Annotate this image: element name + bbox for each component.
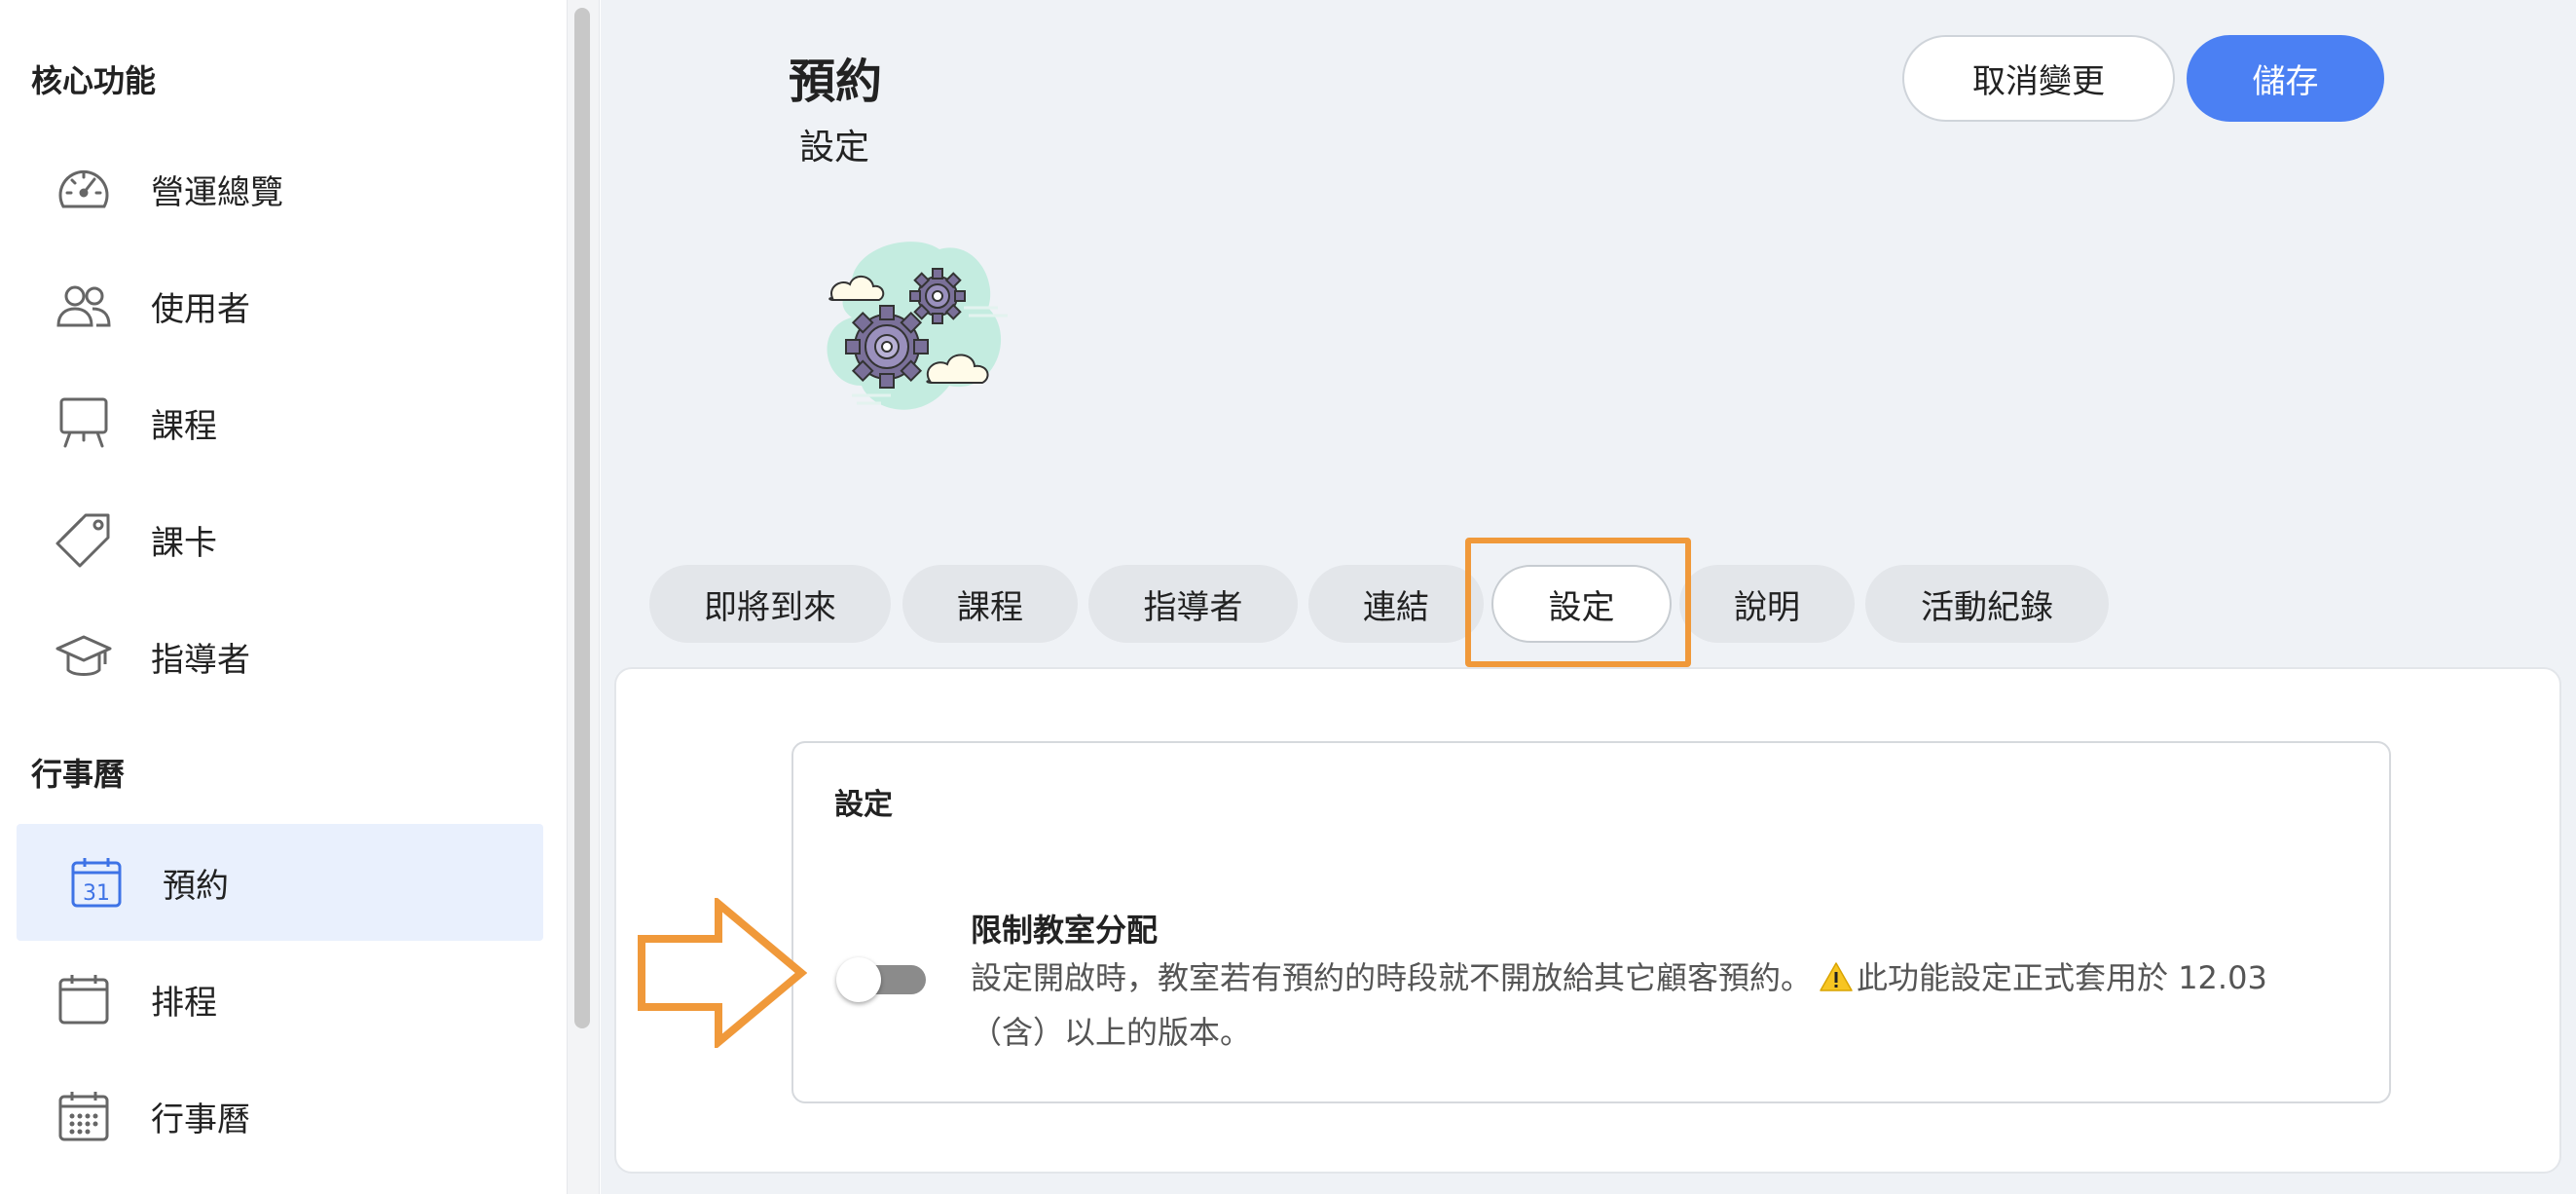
save-button[interactable]: 儲存: [2187, 35, 2384, 122]
sidebar-item-label: 行事曆: [151, 1100, 250, 1139]
warning-icon: [1820, 956, 1853, 1007]
easel-icon: [53, 392, 115, 454]
tab-courses[interactable]: 課程: [902, 565, 1078, 643]
tab-description[interactable]: 說明: [1679, 565, 1855, 643]
app-window: 核心功能 營運總覽 使用者 課程 課卡 指導者 行事曆 31 預約 排程 行事曆…: [0, 0, 2576, 1194]
sidebar-item-label: 預約: [163, 866, 229, 906]
sidebar: 核心功能 營運總覽 使用者 課程 課卡 指導者 行事曆 31 預約 排程 行事曆: [0, 0, 567, 1194]
page-subtitle: 設定: [799, 128, 870, 168]
calendar-31-icon: 31: [65, 851, 128, 914]
sidebar-item-schedule[interactable]: 排程: [17, 941, 543, 1058]
sidebar-section-calendar: 行事曆: [31, 756, 126, 793]
toggle-knob: [836, 957, 881, 1002]
tag-icon: [53, 508, 115, 571]
annotation-arrow-icon: [638, 898, 807, 1048]
setting-title: 限制教室分配: [971, 912, 1159, 949]
settings-card: 設定 限制教室分配 設定開啟時，教室若有預約的時段就不開放給其它顧客預約。 此功能…: [791, 741, 2391, 1103]
setting-description-text: 設定開啟時，教室若有預約的時段就不開放給其它顧客預約。: [971, 959, 1813, 996]
sidebar-item-label: 營運總覽: [151, 172, 283, 212]
settings-gears-illustration: [827, 242, 1008, 410]
calendar-blank-icon: [53, 968, 115, 1030]
sidebar-item-label: 使用者: [151, 289, 250, 329]
sidebar-scrollbar[interactable]: [574, 8, 590, 1028]
sidebar-item-users[interactable]: 使用者: [17, 247, 543, 364]
sidebar-item-instructors[interactable]: 指導者: [17, 598, 543, 715]
sidebar-item-label: 課程: [151, 406, 217, 446]
annotation-highlight-box: [1465, 538, 1691, 667]
sidebar-item-label: 指導者: [151, 640, 250, 680]
settings-card-title: 設定: [834, 788, 893, 822]
sidebar-item-calendar[interactable]: 行事曆: [17, 1058, 543, 1175]
tab-instructors[interactable]: 指導者: [1088, 565, 1298, 643]
tab-upcoming[interactable]: 即將到來: [649, 565, 891, 643]
sidebar-section-core: 核心功能: [31, 62, 157, 99]
main-content: 預約 設定 取消變更 儲存 即將到來 課程 指導者 連結 設定 說明 活動紀錄 …: [601, 0, 2576, 1194]
tab-activity-log[interactable]: 活動紀錄: [1865, 565, 2109, 643]
sidebar-item-courses[interactable]: 課程: [17, 364, 543, 481]
sidebar-item-dashboard[interactable]: 營運總覽: [17, 131, 543, 247]
sidebar-item-label: 排程: [151, 983, 217, 1023]
speedometer-icon: [53, 158, 115, 220]
sidebar-item-label: 課卡: [151, 523, 217, 563]
small-gear-icon: [909, 268, 966, 324]
large-gear-icon: [845, 305, 929, 389]
calendar-grid-icon: [53, 1085, 115, 1147]
users-icon: [53, 275, 115, 337]
svg-text:31: 31: [83, 881, 110, 906]
settings-panel: 設定 限制教室分配 設定開啟時，教室若有預約的時段就不開放給其它顧客預約。 此功能…: [614, 667, 2561, 1174]
setting-description: 設定開啟時，教室若有預約的時段就不開放給其它顧客預約。 此功能設定正式套用於 12…: [971, 952, 2295, 1058]
page-title: 預約: [789, 55, 883, 109]
cancel-changes-button[interactable]: 取消變更: [1902, 35, 2175, 122]
restrict-classroom-toggle[interactable]: [836, 957, 926, 1002]
sidebar-item-class-cards[interactable]: 課卡: [17, 481, 543, 598]
tab-links[interactable]: 連結: [1308, 565, 1484, 643]
graduation-cap-icon: [53, 625, 115, 688]
sidebar-item-reservations[interactable]: 31 預約: [17, 824, 543, 941]
